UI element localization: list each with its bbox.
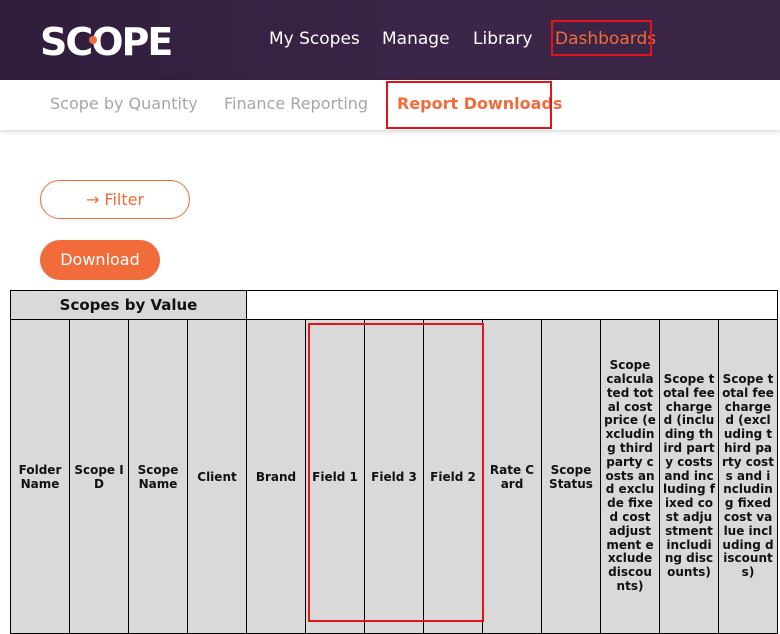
- group-header-scopes-by-value: Scopes by Value: [10, 290, 247, 320]
- highlight-report-downloads: [386, 81, 552, 129]
- nav-library[interactable]: Library: [473, 27, 532, 51]
- download-button[interactable]: Download: [40, 240, 160, 280]
- nav-my-scopes[interactable]: My Scopes: [269, 27, 360, 51]
- col-brand[interactable]: Brand: [246, 319, 306, 634]
- col-rate-card[interactable]: Rate Card: [482, 319, 542, 634]
- col-scope-status[interactable]: Scope Status: [541, 319, 601, 634]
- filter-button[interactable]: → Filter: [40, 180, 190, 219]
- nav-manage[interactable]: Manage: [382, 27, 450, 51]
- scope-logo[interactable]: SCOPE: [40, 20, 173, 64]
- group-header-empty: [246, 290, 778, 320]
- col-client[interactable]: Client: [187, 319, 247, 634]
- highlight-dashboards: [551, 20, 652, 56]
- col-scope-total-fee-excl-third-party[interactable]: Scope total fee charged (excluding third…: [718, 319, 778, 634]
- logo-accent-dot: [89, 36, 97, 44]
- tab-finance-reporting[interactable]: Finance Reporting: [224, 93, 368, 115]
- top-header: SCOPE My Scopes Manage Library Dashboard…: [0, 0, 780, 80]
- col-scope-calculated-total-cost[interactable]: Scope calculated total cost price (exclu…: [600, 319, 660, 634]
- tab-scope-by-quantity[interactable]: Scope by Quantity: [50, 93, 198, 115]
- highlight-field-columns: [308, 323, 484, 622]
- col-scope-name[interactable]: Scope Name: [128, 319, 188, 634]
- col-scope-id[interactable]: Scope ID: [69, 319, 129, 634]
- col-scope-total-fee-incl-third-party[interactable]: Scope total fee charged (including third…: [659, 319, 719, 634]
- sub-nav: Scope by Quantity Finance Reporting Repo…: [0, 80, 780, 130]
- col-folder-name[interactable]: Folder Name: [10, 319, 70, 634]
